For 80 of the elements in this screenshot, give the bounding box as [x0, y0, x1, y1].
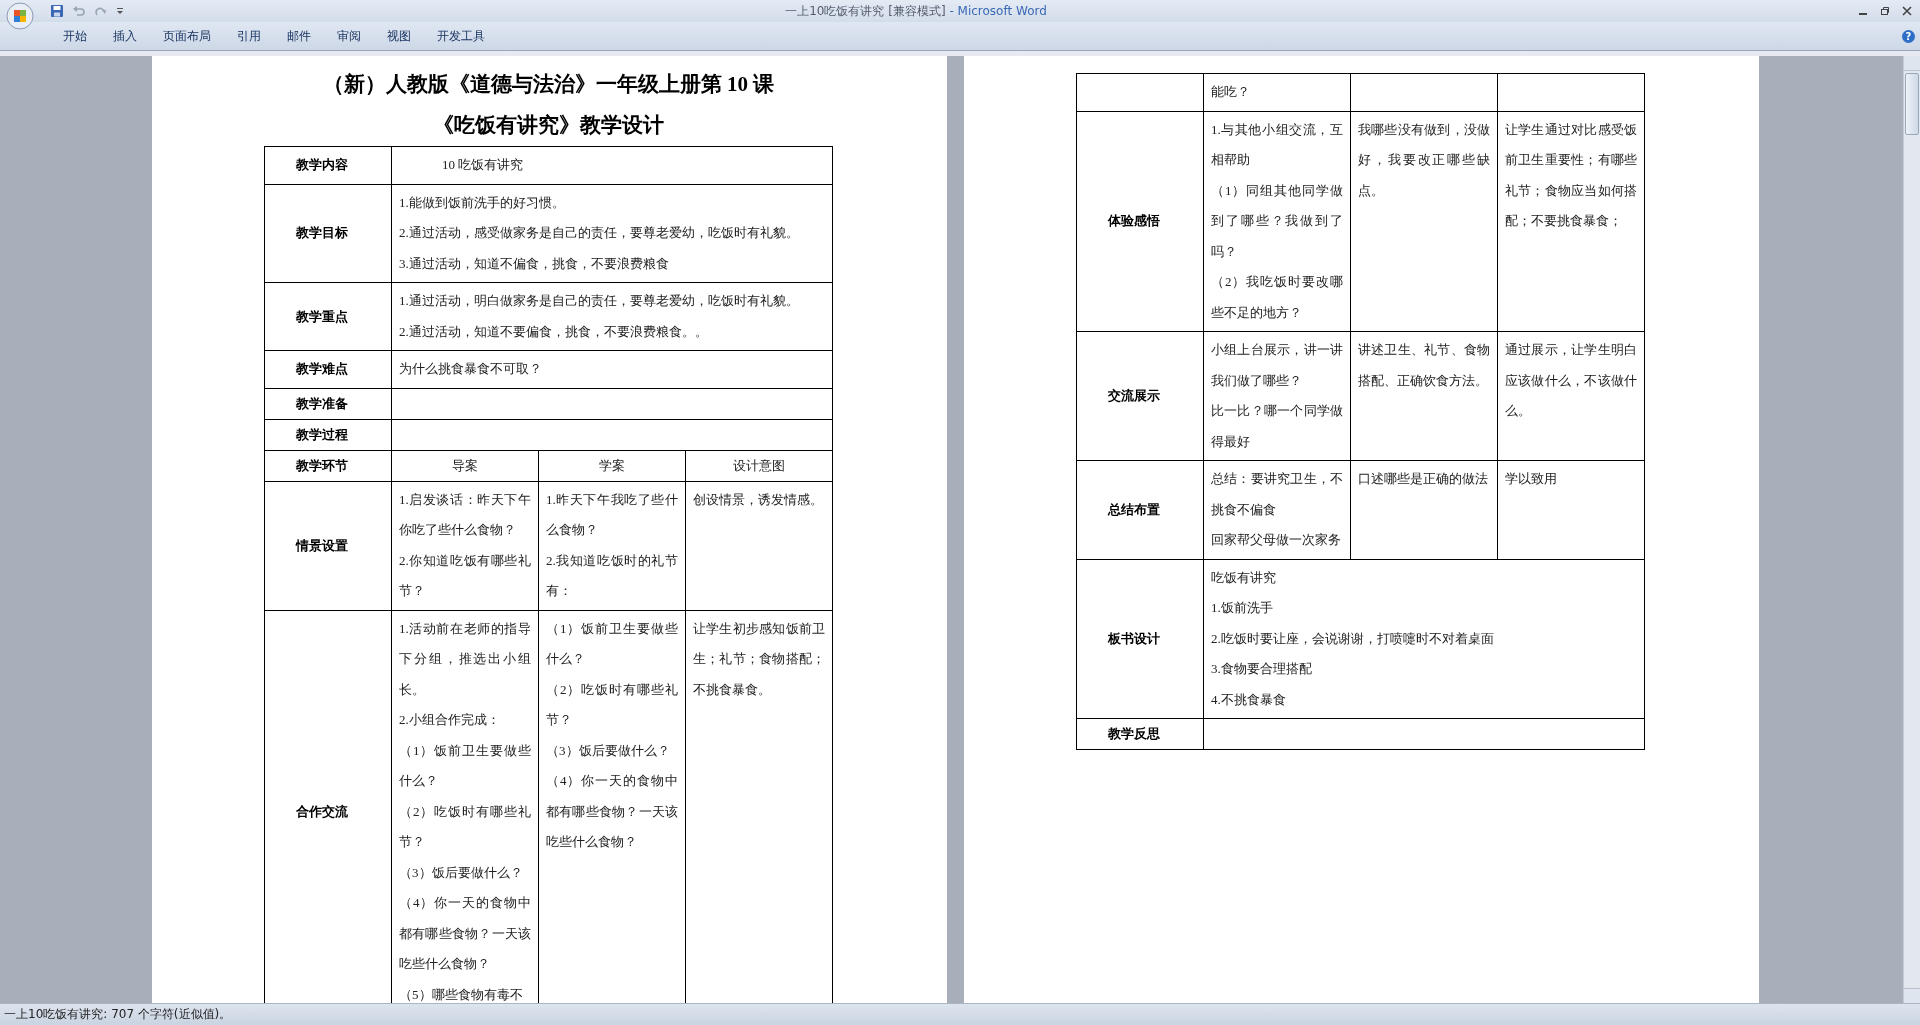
help-button[interactable]: ? — [1902, 29, 1915, 43]
row-label: 情景设置 — [295, 537, 348, 553]
cell-text: 我哪些没有做到，没做好，我要改正哪些缺点。 — [1358, 120, 1490, 200]
restore-icon[interactable] — [1880, 6, 1890, 16]
cell-text: （2）我吃饭时要改哪些不足的地方？ — [1211, 273, 1343, 322]
cell-text: 10 吃饭有讲究 — [442, 156, 525, 174]
row-label: 体验感悟 — [1107, 213, 1160, 229]
save-icon[interactable] — [50, 4, 64, 18]
cell-text: 让学生初步感知饭前卫生；礼节；食物搭配；不挑食暴食。 — [693, 619, 826, 699]
cell-text: （2）吃饭时有哪些礼节？ — [399, 802, 531, 851]
column-header: 导案 — [452, 457, 478, 473]
cell-text: 比一比？哪一个同学做得最好 — [1211, 402, 1343, 451]
undo-icon[interactable] — [72, 4, 86, 18]
cell-text: 2.通过活动，感受做家务是自己的责任，要尊老爱幼，吃饭时有礼貌。 — [399, 224, 800, 242]
cell-text: （3）饭后要做什么？ — [546, 741, 671, 760]
row-label: 教学准备 — [295, 395, 348, 411]
document-title: 《吃饭有讲究》教学设计 — [432, 112, 665, 139]
cell-text: 创设情景，诱发情感。 — [693, 490, 824, 509]
row-label: 教学重点 — [295, 308, 348, 324]
row-label: 教学反思 — [1107, 726, 1160, 741]
row-label: 教学环节 — [295, 457, 348, 473]
ribbon-tab[interactable]: 开始 — [50, 27, 100, 45]
cell-text: 1.通过活动，明白做家务是自己的责任，要尊老爱幼，吃饭时有礼貌。 — [399, 292, 800, 310]
cell-text: 为什么挑食暴食不可取？ — [399, 360, 543, 378]
cell-text: 2.我知道吃饭时的礼节有： — [546, 551, 678, 600]
ribbon-tab[interactable]: 视图 — [374, 27, 424, 45]
cell-text: （3）饭后要做什么？ — [399, 863, 524, 882]
row-label: 交流展示 — [1107, 388, 1160, 403]
cell-text: 学以致用 — [1505, 470, 1558, 488]
cell-text: 通过展示，让学生明白应该做什么，不该做什么。 — [1505, 341, 1637, 420]
ribbon-tab[interactable]: 开发工具 — [424, 27, 498, 45]
ribbon-tab[interactable]: 插入 — [100, 27, 150, 45]
close-icon[interactable] — [1902, 6, 1912, 16]
cell-text: 3.通过活动，知道不偏食，挑食，不要浪费粮食 — [399, 254, 670, 273]
app-name: - Microsoft Word — [949, 3, 1047, 18]
cell-text: 1.启发谈话：昨天下午你吃了些什么食物？ — [399, 490, 531, 539]
cell-text: 1.与其他小组交流，互相帮助 — [1211, 120, 1343, 169]
cell-text: 2.你知道吃饭有哪些礼节？ — [399, 551, 531, 600]
cell-text: 吃饭有讲究 — [1211, 568, 1277, 587]
cell-text: （4）你一天的食物中都有哪些食物？一天该吃些什么食物？ — [546, 772, 678, 851]
cell-text: 2.通过活动，知道不要偏食，挑食，不要浪费粮食。。 — [399, 322, 709, 341]
scroll-thumb[interactable] — [1905, 73, 1919, 135]
cell-text: 1.饭前洗手 — [1211, 599, 1274, 617]
column-header: 设计意图 — [733, 457, 785, 473]
cell-text: 小组上台展示，讲一讲我们做了哪些？ — [1211, 341, 1343, 390]
document-title: （新）人教版《道德与法治》一年级上册第 10 课 — [321, 71, 776, 98]
status-text: 一上10吃饭有讲究: 707 个字符(近似值)。 — [4, 1006, 232, 1023]
ribbon-tab[interactable]: 页面布局 — [150, 27, 224, 45]
document-name: 一上10吃饭有讲究 [兼容模式] — [785, 3, 946, 18]
cell-text: （4）你一天的食物中都有哪些食物？一天该吃些什么食物？ — [399, 894, 531, 973]
cell-text: 口述哪些是正确的做法 — [1358, 470, 1489, 488]
cell-text: 2.小组合作完成： — [399, 711, 501, 729]
cell-text: 1.活动前在老师的指导下分组，推选出小组长。 — [399, 619, 531, 699]
cell-text: 总结：要讲究卫生，不挑食不偏食 — [1211, 470, 1343, 519]
row-label: 教学内容 — [295, 157, 348, 173]
cell-text: （2）吃饭时有哪些礼节？ — [546, 680, 678, 729]
row-label: 教学目标 — [295, 225, 348, 241]
cell-text: 1.能做到饭前洗手的好习惯。 — [399, 193, 566, 212]
cell-text: 1.昨天下午我吃了些什么食物？ — [546, 490, 678, 539]
row-label: 教学难点 — [295, 361, 348, 377]
cell-text: 让学生通过对比感受饭前卫生重要性；有哪些礼节；食物应当如何搭配；不要挑食暴食； — [1505, 120, 1637, 230]
cell-text: （5）哪些食物有毒不 — [399, 985, 524, 1003]
cell-text: （1）饭前卫生要做些什么？ — [399, 741, 531, 790]
ribbon-tab[interactable]: 审阅 — [324, 27, 374, 45]
row-label: 合作交流 — [295, 803, 348, 819]
cell-text: 2.吃饭时要让座，会说谢谢，打喷嚏时不对着桌面 — [1211, 629, 1495, 648]
ribbon-tab[interactable]: 邮件 — [274, 27, 324, 45]
row-label: 板书设计 — [1107, 630, 1160, 646]
cell-text: 回家帮父母做一次家务 — [1211, 531, 1342, 549]
customize-dropdown-icon[interactable] — [116, 7, 124, 15]
column-header: 学案 — [599, 457, 625, 473]
cell-text: 讲述卫生、礼节、食物搭配、正确饮食方法。 — [1358, 341, 1490, 390]
cell-text: 4.不挑食暴食 — [1211, 690, 1287, 709]
row-label: 教学过程 — [295, 426, 348, 442]
cell-text: 能吃？ — [1211, 83, 1251, 101]
row-label: 总结布置 — [1107, 501, 1160, 517]
cell-text: （1）饭前卫生要做些什么？ — [546, 619, 678, 668]
ribbon-tab[interactable]: 引用 — [224, 27, 274, 45]
cell-text: 3.食物要合理搭配 — [1211, 660, 1313, 678]
cell-text: （1）同组其他同学做到了哪些？我做到了吗？ — [1211, 181, 1343, 261]
